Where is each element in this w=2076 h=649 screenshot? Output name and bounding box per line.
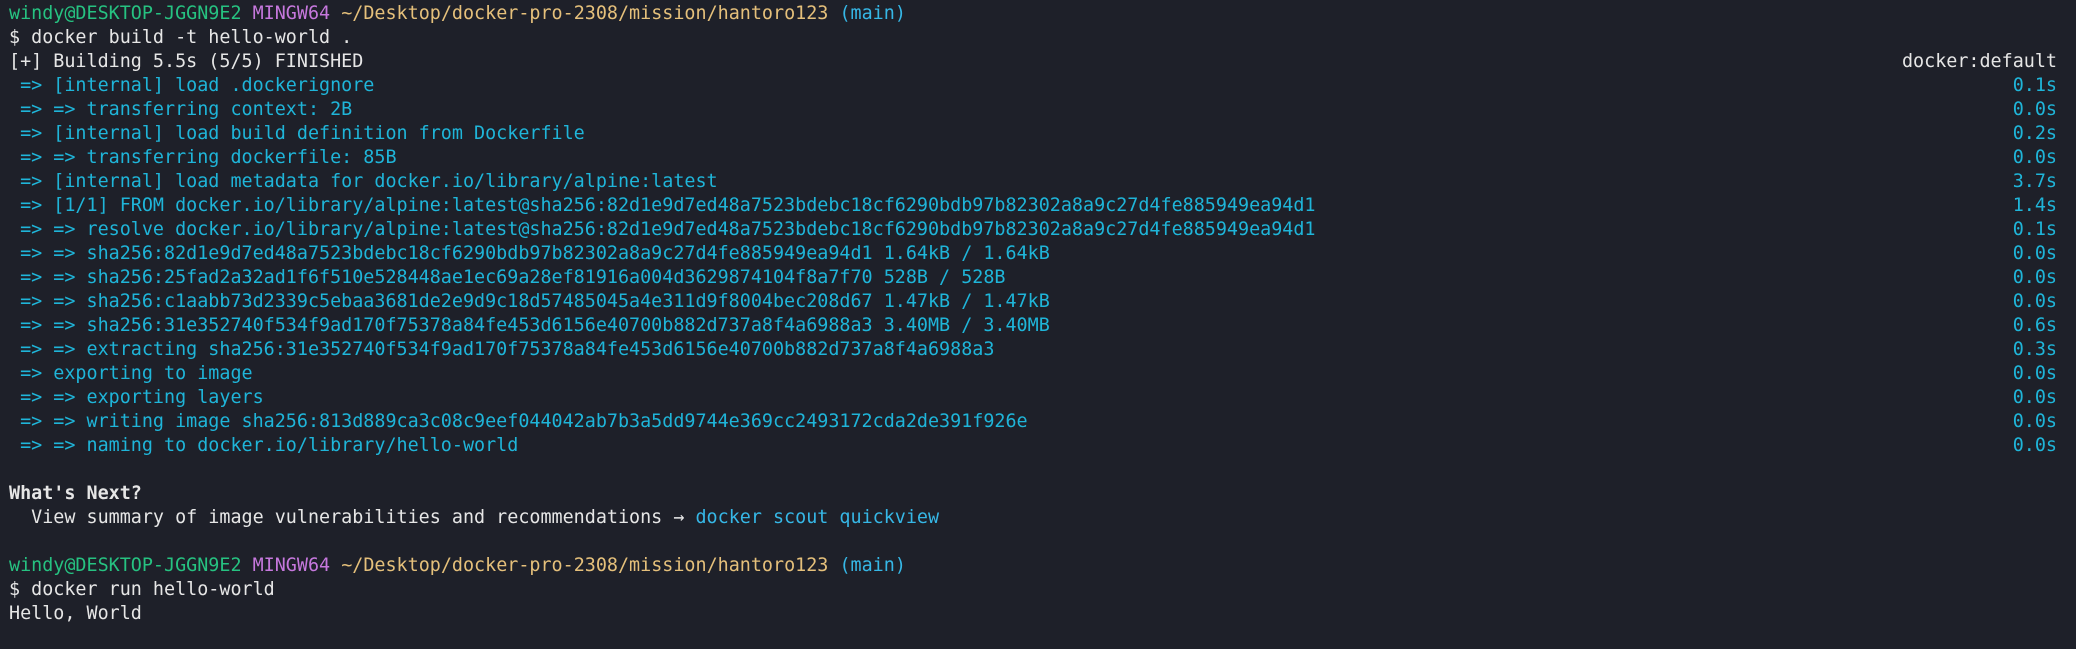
build-step-text: => => sha256:82d1e9d7ed48a7523bdebc18cf6…	[9, 243, 1050, 264]
build-step: => => exporting layers 0.0s	[9, 386, 2067, 410]
build-step: => => sha256:82d1e9d7ed48a7523bdebc18cf6…	[9, 242, 2067, 266]
build-step-text: => => exporting layers	[9, 387, 264, 408]
command-line: $ docker build -t hello-world .	[9, 27, 353, 48]
prompt-path: ~/Desktop/docker-pro-2308/mission/hantor…	[341, 3, 829, 24]
prompt-user: windy@DESKTOP-JGGN9E2	[9, 3, 242, 24]
build-step-time: 0.6s	[2012, 315, 2057, 336]
build-step-text: => => writing image sha256:813d889ca3c08…	[9, 411, 1028, 432]
build-step-time: 0.0s	[2012, 435, 2057, 456]
build-step-text: => exporting to image	[9, 363, 253, 384]
build-step: => => extracting sha256:31e352740f534f9a…	[9, 338, 2067, 362]
build-step-text: => => transferring context: 2B	[9, 99, 353, 120]
build-step-text: => => naming to docker.io/library/hello-…	[9, 435, 519, 456]
build-step-text: => => sha256:25fad2a32ad1f6f510e528448ae…	[9, 267, 1006, 288]
build-step-text: => => sha256:31e352740f534f9ad170f75378a…	[9, 315, 1050, 336]
terminal-window[interactable]: windy@DESKTOP-JGGN9E2 MINGW64 ~/Desktop/…	[0, 0, 2076, 649]
build-step-time: 0.0s	[2012, 267, 2057, 288]
build-step-text: => => extracting sha256:31e352740f534f9a…	[9, 339, 995, 360]
build-step-text: => [internal] load build definition from…	[9, 123, 585, 144]
builder-name: docker:default	[1901, 51, 2057, 72]
build-step-time: 0.1s	[2012, 75, 2057, 96]
build-step-time: 0.1s	[2012, 219, 2057, 240]
build-step: => => naming to docker.io/library/hello-…	[9, 434, 2067, 458]
build-status: [+] Building 5.5s (5/5) FINISHED	[9, 51, 364, 72]
prompt-branch: (main)	[839, 555, 906, 576]
whats-next-text: View summary of image vulnerabilities an…	[9, 507, 696, 528]
build-step-time: 1.4s	[2012, 195, 2057, 216]
docker-scout-link[interactable]: docker scout quickview	[695, 507, 939, 528]
build-step: => => sha256:31e352740f534f9ad170f75378a…	[9, 314, 2067, 338]
whats-next-line: View summary of image vulnerabilities an…	[9, 506, 2067, 530]
build-step: => => sha256:25fad2a32ad1f6f510e528448ae…	[9, 266, 2067, 290]
build-step: => => transferring context: 2B 0.0s	[9, 98, 2067, 122]
prompt-branch: (main)	[839, 3, 906, 24]
build-step-time: 0.3s	[2012, 339, 2057, 360]
build-step: => [internal] load build definition from…	[9, 122, 2067, 146]
build-step-text: => => sha256:c1aabb73d2339c5ebaa3681de2e…	[9, 291, 1050, 312]
whats-next-heading: What's Next?	[9, 483, 142, 504]
command-line: $ docker run hello-world	[9, 579, 275, 600]
build-step-time: 0.0s	[2012, 291, 2057, 312]
program-output: Hello, World	[9, 603, 142, 624]
build-step-time: 0.0s	[2012, 387, 2057, 408]
build-step-time: 0.0s	[2012, 243, 2057, 264]
build-step-text: => => transferring dockerfile: 85B	[9, 147, 397, 168]
build-step: => [internal] load metadata for docker.i…	[9, 170, 2067, 194]
prompt-user: windy@DESKTOP-JGGN9E2	[9, 555, 242, 576]
build-step-time: 3.7s	[2012, 171, 2057, 192]
build-step-time: 0.0s	[2012, 99, 2057, 120]
build-step-time: 0.0s	[2012, 411, 2057, 432]
build-steps: => [internal] load .dockerignore 0.1s => …	[9, 74, 2067, 458]
build-step: => => writing image sha256:813d889ca3c08…	[9, 410, 2067, 434]
build-step: => => resolve docker.io/library/alpine:l…	[9, 218, 2067, 242]
prompt-line: windy@DESKTOP-JGGN9E2 MINGW64 ~/Desktop/…	[9, 554, 2067, 578]
build-step-text: => [1/1] FROM docker.io/library/alpine:l…	[9, 195, 1316, 216]
build-step-text: => [internal] load .dockerignore	[9, 75, 375, 96]
build-step: => => transferring dockerfile: 85B 0.0s	[9, 146, 2067, 170]
build-step-time: 0.0s	[2012, 147, 2057, 168]
build-header: [+] Building 5.5s (5/5) FINISHED docker:d…	[9, 50, 2067, 74]
build-step: => => sha256:c1aabb73d2339c5ebaa3681de2e…	[9, 290, 2067, 314]
build-step-text: => => resolve docker.io/library/alpine:l…	[9, 219, 1316, 240]
build-step: => [internal] load .dockerignore 0.1s	[9, 74, 2067, 98]
build-step-time: 0.0s	[2012, 363, 2057, 384]
build-step: => [1/1] FROM docker.io/library/alpine:l…	[9, 194, 2067, 218]
prompt-system: MINGW64	[252, 555, 331, 576]
prompt-line: windy@DESKTOP-JGGN9E2 MINGW64 ~/Desktop/…	[9, 2, 2067, 26]
build-step: => exporting to image 0.0s	[9, 362, 2067, 386]
prompt-path: ~/Desktop/docker-pro-2308/mission/hantor…	[341, 555, 829, 576]
prompt-system: MINGW64	[252, 3, 331, 24]
build-step-text: => [internal] load metadata for docker.i…	[9, 171, 718, 192]
build-step-time: 0.2s	[2012, 123, 2057, 144]
